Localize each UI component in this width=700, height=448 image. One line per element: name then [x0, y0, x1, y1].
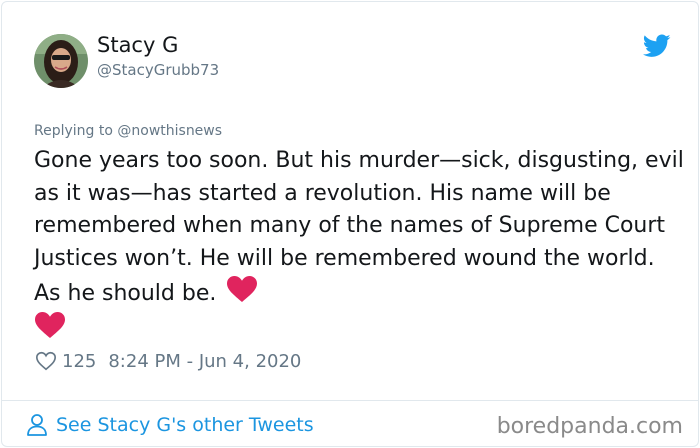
like-count[interactable]: 125 — [62, 351, 96, 372]
avatar[interactable] — [34, 34, 88, 88]
tweet-timestamp[interactable]: 8:24 PM - Jun 4, 2020 — [108, 351, 301, 372]
user-handle[interactable]: @StacyGrubb73 — [97, 61, 219, 79]
heart-outline-icon[interactable] — [35, 350, 57, 372]
red-heart-icon — [34, 311, 66, 339]
display-name[interactable]: Stacy G — [97, 33, 178, 57]
see-other-tweets-label[interactable]: See Stacy G's other Tweets — [56, 414, 314, 436]
tweet-meta: 125 8:24 PM - Jun 4, 2020 — [35, 349, 301, 373]
reply-context[interactable]: Replying to @nowthisnews — [34, 123, 222, 139]
see-other-tweets-link[interactable]: See Stacy G's other Tweets — [26, 413, 314, 437]
divider — [2, 400, 698, 401]
twitter-logo-icon[interactable] — [642, 34, 671, 58]
watermark: boredpanda.com — [496, 414, 683, 439]
tweet-body: Gone years too soon. But his murder—sick… — [34, 148, 684, 306]
tweet-card: Stacy G @StacyGrubb73 Replying to @nowth… — [1, 1, 699, 447]
red-heart-icon — [226, 275, 258, 303]
tweet-text: Gone years too soon. But his murder—sick… — [34, 145, 684, 346]
person-icon — [26, 413, 48, 437]
